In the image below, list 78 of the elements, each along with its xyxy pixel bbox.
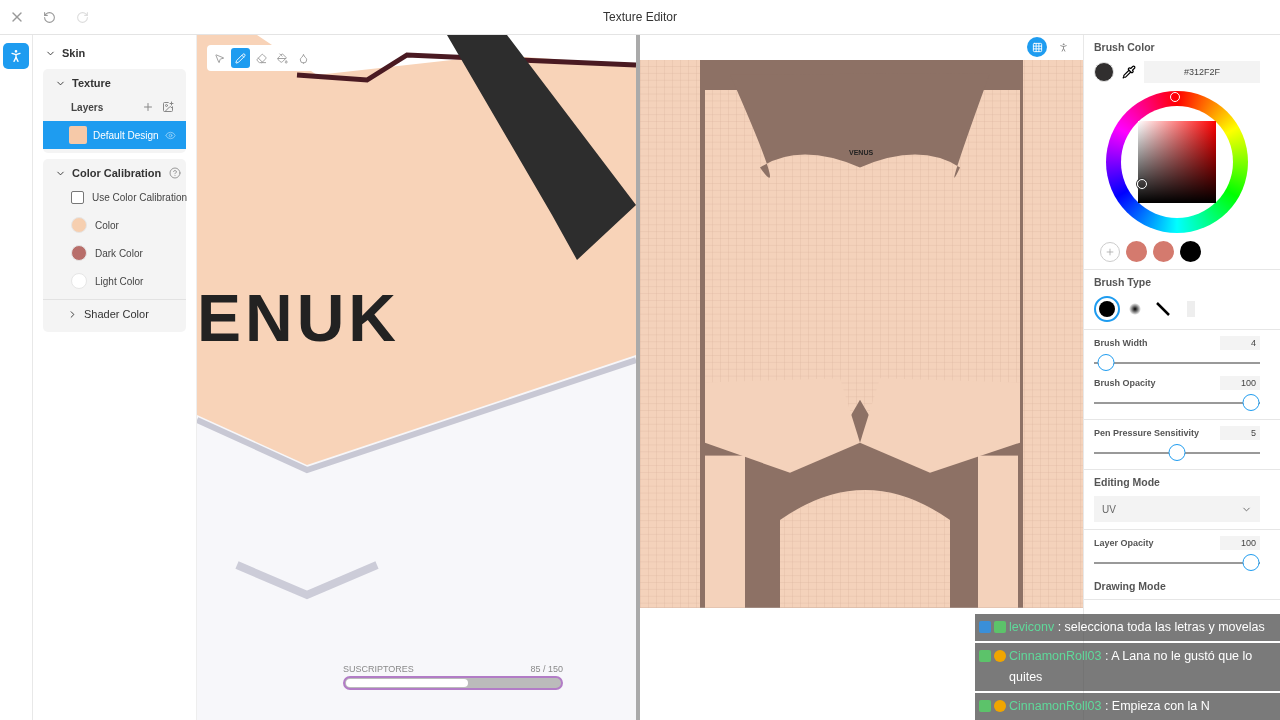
color-swatch[interactable] <box>1153 241 1174 262</box>
grid-toggle-button[interactable] <box>1027 37 1047 57</box>
coin-badge-icon <box>994 650 1006 662</box>
soft-dot-icon <box>1129 303 1141 315</box>
slider-thumb[interactable] <box>1097 354 1115 371</box>
slider-label: Layer Opacity <box>1094 538 1154 548</box>
slider-value-field[interactable]: 5 <box>1220 426 1260 440</box>
section-title: Brush Type <box>1094 276 1152 288</box>
square-badge-icon <box>979 650 991 662</box>
select-icon <box>214 52 225 64</box>
chat-message: leviconv : selecciona toda las letras y movelas <box>1009 619 1265 636</box>
subscribers-label: SUSCRIPTORES <box>343 664 414 674</box>
checkbox-label: Use Color Calibration <box>92 191 188 203</box>
person-icon <box>8 48 24 64</box>
eyedropper-icon[interactable] <box>1122 65 1136 79</box>
subscribers-count: 85 / 150 <box>530 664 563 674</box>
color-swatch[interactable] <box>71 217 87 233</box>
fill-icon <box>277 52 288 64</box>
painted-text: ENUK <box>197 280 400 356</box>
hex-input-field[interactable]: #312F2F <box>1144 61 1260 83</box>
diagonal-line-icon <box>1155 301 1171 317</box>
avatar-tab-button[interactable] <box>3 43 29 69</box>
add-layer-icon[interactable] <box>142 101 154 113</box>
current-color-swatch[interactable] <box>1094 62 1114 82</box>
slider[interactable] <box>1094 444 1260 462</box>
add-image-icon[interactable] <box>162 101 174 113</box>
color-label: Dark Color <box>95 247 143 259</box>
slider-thumb[interactable] <box>1168 444 1186 461</box>
skin-header[interactable]: Skin <box>43 43 186 63</box>
drop-icon <box>298 52 309 64</box>
checkbox[interactable] <box>71 190 84 204</box>
pen-icon <box>235 52 246 64</box>
color-label: Color <box>95 219 119 231</box>
square-badge-icon <box>979 700 991 712</box>
slider-label: Brush Opacity <box>1094 378 1156 388</box>
solid-circle-icon <box>1098 300 1116 318</box>
slider-value-field[interactable]: 4 <box>1220 336 1260 350</box>
square-badge-icon <box>994 621 1006 633</box>
eraser-icon <box>256 52 267 64</box>
window-title: Texture Editor <box>603 10 677 24</box>
texture-header[interactable]: Texture <box>43 73 186 93</box>
color-label: Light Color <box>95 275 144 287</box>
grid-icon <box>1031 41 1043 53</box>
chat-message: CinnamonRoll03 : Empieza con la N <box>1009 698 1210 715</box>
editing-mode-dropdown[interactable]: UV <box>1094 496 1260 522</box>
shader-color-header[interactable]: Shader Color <box>43 300 186 328</box>
layer-thumbnail <box>69 126 87 144</box>
eye-icon[interactable] <box>165 129 176 141</box>
undo-icon <box>43 10 56 24</box>
slider[interactable] <box>1094 554 1260 572</box>
section-title: Editing Mode <box>1094 476 1161 488</box>
chat-message: CinnamonRoll03 : A Lana no le gustó que lo quites <box>1009 648 1254 686</box>
person-icon <box>1057 41 1069 53</box>
slider-label: Pen Pressure Sensitivity <box>1094 428 1200 438</box>
slider-value-field[interactable]: 100 <box>1220 536 1260 550</box>
layers-label: Layers <box>71 101 105 113</box>
color-swatch[interactable] <box>1126 241 1147 262</box>
slider-thumb[interactable] <box>1242 554 1260 571</box>
slider-label: Brush Width <box>1094 338 1148 348</box>
square-badge-icon <box>979 621 991 633</box>
color-swatch[interactable] <box>71 273 87 289</box>
slider-thumb[interactable] <box>1242 394 1260 411</box>
help-icon[interactable] <box>169 167 181 179</box>
slider[interactable] <box>1094 354 1260 372</box>
coin-badge-icon <box>994 700 1006 712</box>
color-calibration-header[interactable]: Color Calibration <box>43 163 169 183</box>
layer-name: Default Design <box>93 129 159 141</box>
redo-icon <box>76 10 89 24</box>
section-title: Brush Color <box>1094 41 1156 53</box>
section-title: Drawing Mode <box>1094 579 1167 592</box>
slider-value-field[interactable]: 100 <box>1220 376 1260 390</box>
color-swatch[interactable] <box>71 245 87 261</box>
color-swatch[interactable] <box>1180 241 1201 262</box>
brush-type-button[interactable] <box>1094 296 1120 322</box>
plus-icon <box>1105 246 1115 257</box>
slider[interactable] <box>1094 394 1260 412</box>
pen-tool-button[interactable] <box>231 48 250 68</box>
add-swatch-button[interactable] <box>1100 241 1120 262</box>
